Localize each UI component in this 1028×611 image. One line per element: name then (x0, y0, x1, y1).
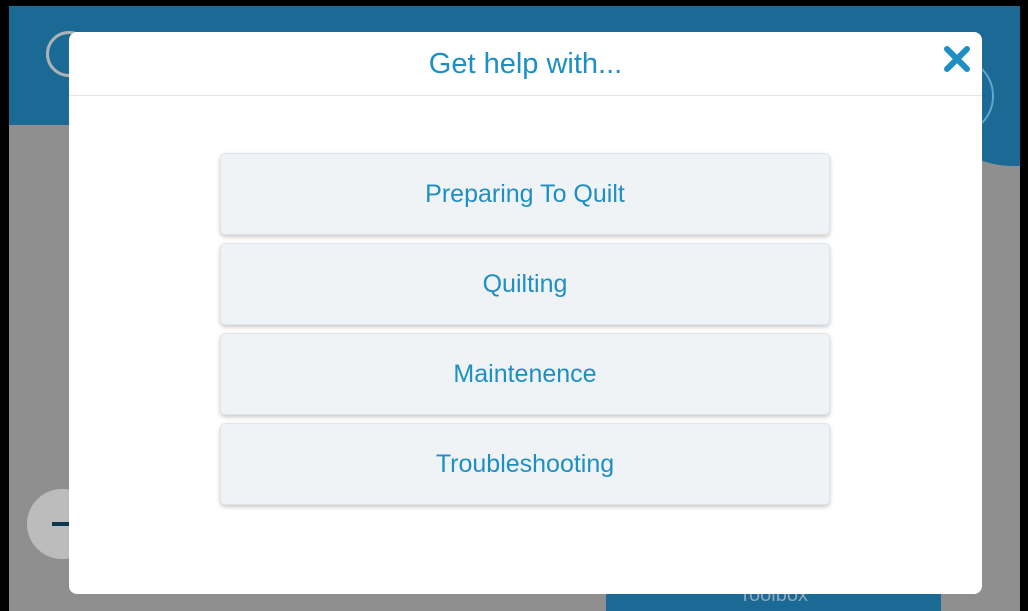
topic-label: Quilting (482, 269, 568, 298)
topic-label: Troubleshooting (435, 449, 615, 478)
topic-troubleshooting-button[interactable]: Troubleshooting (220, 423, 830, 505)
topic-quilting-button[interactable]: Quilting (220, 243, 830, 325)
dialog-header: Get help with... (69, 32, 982, 96)
close-button[interactable] (942, 44, 972, 74)
topic-label: Maintenence (453, 359, 597, 388)
help-topic-list: Preparing To Quilt Quilting Maintenence … (220, 153, 830, 513)
close-icon (944, 46, 970, 72)
topic-preparing-to-quilt-button[interactable]: Preparing To Quilt (220, 153, 830, 235)
topic-label: Preparing To Quilt (425, 179, 625, 208)
help-dialog: Get help with... Preparing To Quilt Quil… (69, 32, 982, 594)
dialog-title: Get help with... (428, 48, 623, 80)
topic-maintenence-button[interactable]: Maintenence (220, 333, 830, 415)
